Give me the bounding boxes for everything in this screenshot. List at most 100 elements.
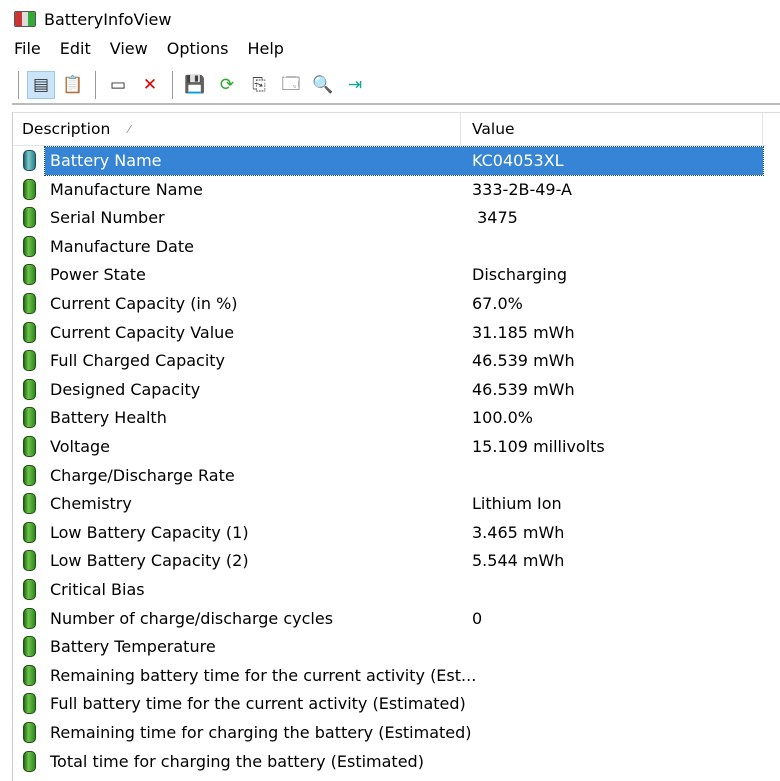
- list-row[interactable]: Full battery time for the current activi…: [13, 690, 765, 718]
- row-description: Chemistry: [50, 494, 132, 514]
- list-row[interactable]: Remaining battery time for the current a…: [13, 662, 765, 690]
- battery-icon: [23, 207, 36, 229]
- row-value: 5.544 mWh: [472, 551, 565, 571]
- menu-edit[interactable]: Edit: [60, 37, 91, 60]
- properties-window-icon: ▭: [109, 75, 127, 95]
- list-row[interactable]: Current Capacity Value 31.185 mWh: [13, 319, 765, 347]
- row-value: KC04053XL: [472, 151, 564, 170]
- battery-icon: [23, 579, 36, 600]
- battery-icon: [23, 235, 36, 257]
- html-report-all-icon: 📋: [62, 75, 84, 95]
- row-value: 46.539 mWh: [472, 379, 575, 399]
- row-description: Full Charged Capacity: [50, 351, 226, 371]
- battery-icon: [23, 722, 36, 743]
- battery-icon: [23, 150, 36, 171]
- list-row[interactable]: Battery Name KC04053XL: [13, 146, 765, 176]
- delete-button[interactable]: ✕: [136, 71, 164, 99]
- list-row[interactable]: Total time for charging the battery (Est…: [13, 748, 765, 776]
- row-description: Total time for charging the battery (Est…: [50, 751, 424, 771]
- row-description: Battery Name: [50, 151, 162, 170]
- row-description: Battery Health: [50, 408, 167, 428]
- battery-icon: [23, 493, 36, 515]
- battery-icon: [23, 636, 36, 658]
- row-value: 67.0%: [472, 294, 523, 313]
- list-row[interactable]: Low Battery Capacity (1) 3.465 mWh: [13, 519, 765, 547]
- row-description: Manufacture Date: [50, 236, 194, 256]
- list-row[interactable]: Full Charged Capacity 46.539 mWh: [13, 347, 765, 375]
- battery-icon: [23, 607, 36, 629]
- battery-icon: [23, 350, 36, 372]
- column-header-value[interactable]: Value: [461, 113, 763, 145]
- list-row[interactable]: Battery Temperature: [13, 633, 765, 661]
- battery-icon: [23, 321, 36, 343]
- menu-view[interactable]: View: [110, 37, 148, 60]
- row-description: Current Capacity (in %): [50, 294, 238, 313]
- row-value: 333-2B-49-A: [472, 179, 572, 199]
- list-row[interactable]: Manufacture Date: [13, 233, 765, 261]
- battery-icon: [23, 407, 36, 429]
- battery-icon: [23, 436, 36, 457]
- column-header-description[interactable]: Description ⁄: [13, 113, 461, 145]
- list-row[interactable]: Current Capacity (in %) 67.0%: [13, 290, 765, 318]
- list-row[interactable]: Serial Number 3475: [13, 204, 765, 232]
- row-description: Low Battery Capacity (1): [50, 522, 249, 542]
- refresh-icon: ⟳: [219, 75, 235, 95]
- row-description: Current Capacity Value: [50, 322, 235, 342]
- list-row[interactable]: Charge/Discharge Rate: [13, 462, 765, 490]
- properties-window-button[interactable]: ▭: [104, 71, 132, 99]
- list-row[interactable]: Designed Capacity 46.539 mWh: [13, 376, 765, 404]
- menu-file[interactable]: File: [14, 37, 41, 60]
- battery-icon: [23, 378, 36, 400]
- row-description: Manufacture Name: [50, 179, 203, 199]
- list-row[interactable]: Power State Discharging: [13, 261, 765, 289]
- menu-help[interactable]: Help: [247, 37, 283, 60]
- menu-options[interactable]: Options: [167, 37, 229, 60]
- copy-button[interactable]: ⎘: [245, 71, 273, 99]
- row-value: 100.0%: [472, 408, 534, 428]
- save-button[interactable]: 💾: [181, 71, 209, 99]
- battery-info-list[interactable]: Description ⁄ Value Battery Name KC04053X…: [12, 112, 780, 781]
- list-row[interactable]: Voltage 15.109 millivolts: [13, 433, 765, 461]
- row-description: Voltage: [50, 437, 111, 456]
- properties-button[interactable]: 🗔: [277, 71, 305, 99]
- list-row[interactable]: Number of charge/discharge cycles 0: [13, 605, 765, 633]
- exit-button[interactable]: ⇥: [341, 71, 369, 99]
- title-bar: BatteryInfoView: [14, 6, 171, 32]
- row-value: 31.185 mWh: [472, 322, 575, 342]
- find-button[interactable]: 🔍: [309, 71, 337, 99]
- row-value: Lithium Ion: [472, 494, 562, 514]
- exit-icon: ⇥: [347, 75, 363, 95]
- sort-indicator-icon: ⁄: [128, 122, 131, 136]
- list-row[interactable]: Chemistry Lithium Ion: [13, 490, 765, 518]
- row-value: 15.109 millivolts: [472, 437, 605, 456]
- list-row[interactable]: Remaining time for charging the battery …: [13, 719, 765, 747]
- row-description: Serial Number: [50, 208, 165, 228]
- battery-icon: [23, 293, 36, 314]
- row-description: Remaining battery time for the current a…: [50, 665, 477, 685]
- row-description: Full battery time for the current activi…: [50, 694, 466, 714]
- row-value: 46.539 mWh: [472, 351, 575, 371]
- refresh-button[interactable]: ⟳: [213, 71, 241, 99]
- battery-icon: [23, 693, 36, 715]
- find-icon: 🔍: [312, 75, 334, 95]
- list-row[interactable]: Critical Bias: [13, 576, 765, 604]
- row-description: Battery Temperature: [50, 637, 216, 657]
- row-description: Critical Bias: [50, 580, 145, 599]
- battery-icon: [23, 664, 36, 686]
- battery-icon: [23, 464, 36, 486]
- toolbar-separator: [172, 71, 173, 99]
- toolbar-separator: [95, 71, 96, 99]
- delete-icon: ✕: [142, 75, 158, 95]
- list-row[interactable]: Battery Health 100.0%: [13, 404, 765, 432]
- html-report-selected-button[interactable]: ▤: [27, 71, 55, 99]
- row-description: Remaining time for charging the battery …: [50, 723, 472, 742]
- copy-icon: ⎘: [252, 75, 266, 95]
- html-report-all-button[interactable]: 📋: [59, 71, 87, 99]
- list-row[interactable]: Manufacture Name 333-2B-49-A: [13, 176, 765, 204]
- column-value-label: Value: [472, 120, 515, 138]
- save-icon: 💾: [184, 75, 206, 95]
- window-title: BatteryInfoView: [44, 9, 172, 29]
- battery-icon: [23, 750, 36, 772]
- row-value: 3.465 mWh: [472, 522, 565, 542]
- list-row[interactable]: Low Battery Capacity (2) 5.544 mWh: [13, 547, 765, 575]
